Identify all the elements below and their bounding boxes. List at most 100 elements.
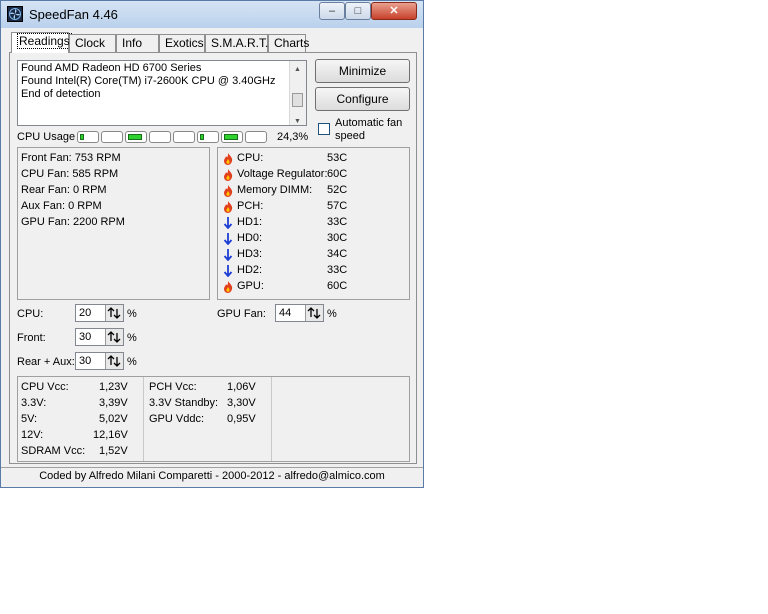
temperature-label: Memory DIMM:: [237, 184, 313, 196]
front-speed-label: Front:: [17, 332, 46, 344]
temperature-label: HD0:: [237, 232, 263, 244]
voltage-value: 1,52V: [99, 445, 128, 457]
spinner-arrows-icon[interactable]: [105, 353, 123, 369]
automatic-fan-speed-checkbox[interactable]: [318, 123, 330, 135]
cpu-core-fill: [224, 134, 238, 140]
rear-aux-speed-spinner[interactable]: 30: [75, 352, 124, 370]
gpu-fan-speed-label: GPU Fan:: [217, 308, 266, 320]
voltage-divider: [143, 377, 144, 461]
temperature-value: 34C: [327, 248, 348, 260]
flame-icon: [223, 169, 233, 181]
automatic-fan-speed-label: Automatic fan speed: [335, 117, 403, 142]
percent-sign: %: [127, 332, 137, 344]
voltage-value: 0,95V: [227, 413, 256, 425]
window-title: SpeedFan 4.46: [29, 7, 118, 22]
front-speed-value: 30: [79, 331, 92, 343]
temperature-label: CPU:: [237, 152, 264, 164]
voltage-label: 12V:: [21, 429, 44, 441]
tab-clock[interactable]: Clock: [69, 34, 116, 52]
tab-readings[interactable]: Readings: [11, 32, 72, 53]
cpu-core-fill: [128, 134, 142, 140]
close-window-button[interactable]: ✕: [371, 2, 417, 20]
spinner-arrows-icon[interactable]: [105, 305, 123, 321]
speedfan-window: SpeedFan 4.46 – □ ✕ Readings Clock Info …: [0, 0, 424, 488]
fan-reading: Rear Fan: 0 RPM: [21, 184, 107, 196]
voltage-label: PCH Vcc:: [149, 381, 197, 393]
title-bar[interactable]: SpeedFan 4.46 – □ ✕: [1, 1, 423, 28]
voltage-value: 5,02V: [99, 413, 128, 425]
voltage-value: 12,16V: [93, 429, 128, 441]
log-line: Found AMD Radeon HD 6700 Series: [21, 62, 202, 74]
voltage-value: 1,06V: [227, 381, 256, 393]
temperature-label: HD1:: [237, 216, 263, 228]
cpu-core-meter: [125, 131, 147, 143]
arrow-down-icon: [223, 233, 233, 246]
gpu-fan-speed-spinner[interactable]: 44: [275, 304, 324, 322]
tab-info[interactable]: Info: [116, 34, 159, 52]
voltage-divider: [271, 377, 272, 461]
cpu-core-fill: [200, 134, 204, 140]
temperature-value: 33C: [327, 264, 348, 276]
voltage-value: 3,30V: [227, 397, 256, 409]
temperature-value: 30C: [327, 232, 348, 244]
log-line: End of detection: [21, 88, 101, 100]
cpu-core-meter: [245, 131, 267, 143]
percent-sign: %: [127, 356, 137, 368]
scroll-up-icon[interactable]: ▲: [294, 63, 301, 76]
front-speed-spinner[interactable]: 30: [75, 328, 124, 346]
minimize-window-button[interactable]: –: [319, 2, 345, 20]
cpu-core-meter: [173, 131, 195, 143]
fan-reading: Aux Fan: 0 RPM: [21, 200, 102, 212]
voltage-label: SDRAM Vcc:: [21, 445, 86, 457]
percent-sign: %: [127, 308, 137, 320]
arrow-down-icon: [223, 217, 233, 230]
voltage-value: 1,23V: [99, 381, 128, 393]
maximize-window-button[interactable]: □: [345, 2, 371, 20]
flame-icon: [223, 185, 233, 197]
cpu-speed-label: CPU:: [17, 308, 44, 320]
status-bar: Coded by Alfredo Milani Comparetti - 200…: [1, 467, 423, 488]
temperature-label: GPU:: [237, 280, 264, 292]
cpu-speed-spinner[interactable]: 20: [75, 304, 124, 322]
cpu-core-meter: [77, 131, 99, 143]
cpu-core-meter: [101, 131, 123, 143]
temperature-value: 60C: [327, 168, 348, 180]
temperature-label: Voltage Regulator:: [237, 168, 328, 180]
minimize-button[interactable]: Minimize: [315, 59, 410, 83]
log-scrollbar[interactable]: ▲ ▼: [289, 61, 306, 125]
scroll-down-icon[interactable]: ▼: [294, 115, 301, 128]
flame-icon: [223, 201, 233, 213]
voltage-label: 5V:: [21, 413, 38, 425]
voltage-label: GPU Vddc:: [149, 413, 205, 425]
temperature-value: 33C: [327, 216, 348, 228]
temperature-value: 57C: [327, 200, 348, 212]
tab-smart[interactable]: S.M.A.R.T.: [205, 34, 268, 52]
cpu-speed-value: 20: [79, 307, 92, 319]
cpu-core-meter: [221, 131, 243, 143]
rear-aux-speed-label: Rear + Aux:: [17, 356, 75, 368]
flame-icon: [223, 153, 233, 165]
cpu-core-meter: [149, 131, 171, 143]
scroll-thumb[interactable]: [292, 93, 303, 107]
detection-log[interactable]: Found AMD Radeon HD 6700 Series Found In…: [17, 60, 307, 126]
log-line: Found Intel(R) Core(TM) i7-2600K CPU @ 3…: [21, 75, 276, 87]
arrow-down-icon: [223, 265, 233, 278]
voltage-value: 3,39V: [99, 397, 128, 409]
configure-button[interactable]: Configure: [315, 87, 410, 111]
tab-charts[interactable]: Charts: [268, 34, 309, 52]
speedfan-app-icon[interactable]: [7, 6, 23, 22]
gpu-fan-speed-value: 44: [279, 307, 292, 319]
tab-exotics[interactable]: Exotics: [159, 34, 205, 52]
temperature-label: PCH:: [237, 200, 264, 212]
rear-aux-speed-value: 30: [79, 355, 92, 367]
temperature-value: 53C: [327, 152, 348, 164]
spinner-arrows-icon[interactable]: [105, 329, 123, 345]
temperature-label: HD2:: [237, 264, 263, 276]
percent-sign: %: [327, 308, 337, 320]
spinner-arrows-icon[interactable]: [305, 305, 323, 321]
temperature-label: HD3:: [237, 248, 263, 260]
cpu-usage-label: CPU Usage: [17, 131, 76, 143]
voltage-label: 3.3V:: [21, 397, 47, 409]
cpu-core-meter: [197, 131, 219, 143]
arrow-down-icon: [223, 249, 233, 262]
